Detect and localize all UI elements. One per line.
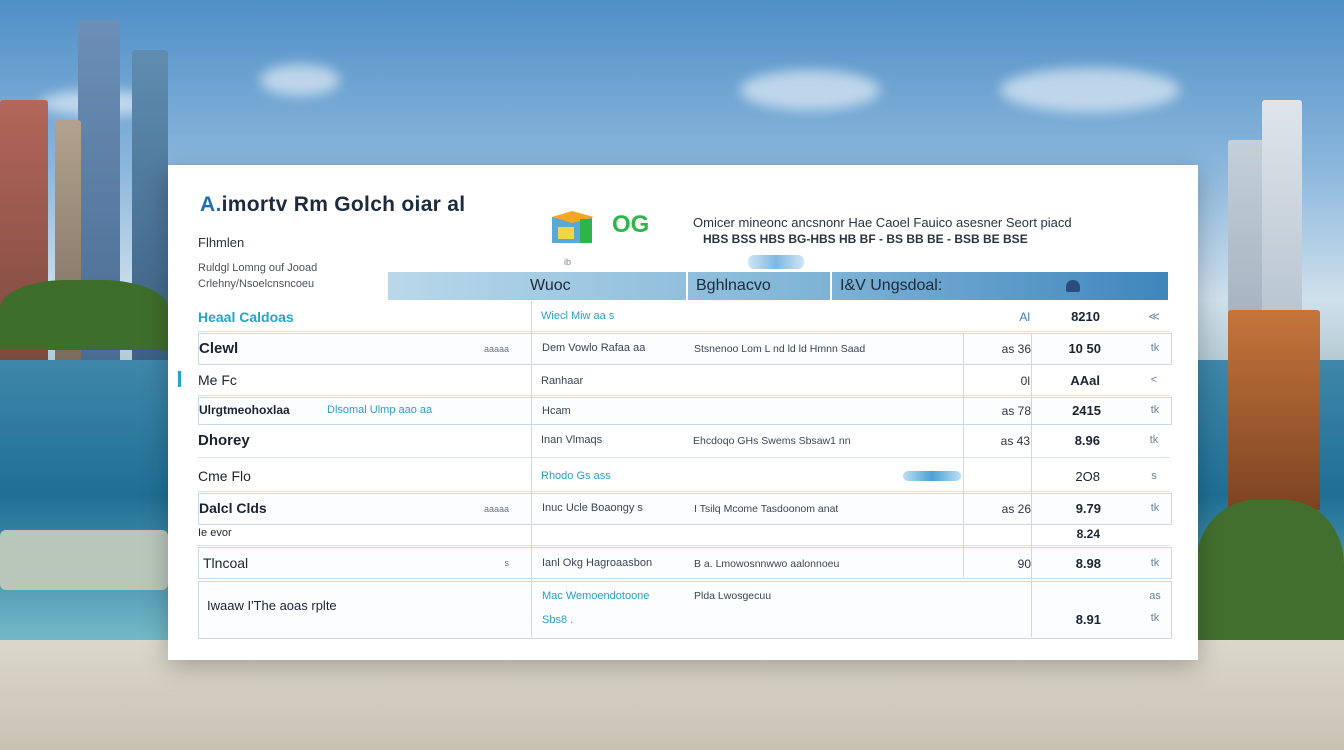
table-row[interactable]: Heaal Caldoas Wiecl Miw aa s Al 8210 ≪: [198, 301, 1170, 332]
row-type: Rhodo Gs ass: [541, 470, 611, 482]
info-note: Crlehny/Nsoelcnsncoeu: [198, 278, 315, 290]
header-info-line: Omicer mineonc ancsnonr Hae Caoel Fauico…: [693, 215, 1072, 230]
header-info-line: HBS BSS HBS BG-HBS HB BF - BS BB BE - BS…: [703, 232, 1028, 246]
row-score: 9.79: [1075, 501, 1101, 516]
row-type: Inan Vlmaqs: [541, 434, 603, 446]
row-description: Plda Lwosgecuu: [694, 590, 772, 602]
page-title: A.imortv Rm Golch oiar al: [200, 193, 466, 216]
column-header[interactable]: Bghlnacvo: [696, 272, 771, 300]
row-score: 8.91: [1075, 612, 1101, 627]
table-row[interactable]: Tlncoal s Ianl Okg Hagroaasbon B a. Lmow…: [198, 547, 1172, 579]
row-value: Al: [1019, 310, 1030, 324]
row-action-icon[interactable]: s: [1141, 470, 1167, 482]
column-divider: [963, 333, 964, 577]
row-value: as 36: [1001, 342, 1031, 356]
row-score: 10 50: [1068, 341, 1101, 356]
row-label: Tlncoal: [203, 555, 249, 571]
row-score: 2415: [1072, 403, 1101, 418]
page-subtitle: Flhmlen: [198, 235, 245, 250]
row-type: Ranhaar: [541, 375, 584, 387]
row-value: as 26: [1001, 502, 1031, 516]
row-action-icon[interactable]: tk: [1142, 557, 1168, 569]
row-action-icon[interactable]: tk: [1142, 612, 1168, 624]
row-label: Dalcl Clds: [199, 500, 267, 516]
row-score: 8210: [1071, 309, 1100, 324]
row-type: Mac Wemoendotoone: [542, 590, 650, 602]
table-row[interactable]: Ulrgtmeohoxlaa Dlsomal Ulmp aao aa Hcam …: [198, 397, 1172, 425]
row-value: 0l: [1020, 374, 1030, 388]
info-note: Ruldgl Lomng ouf Jooad: [198, 262, 318, 274]
row-value: as 78: [1001, 404, 1031, 418]
column-header-bar: Wuoc Bghlnacvo I&V Ungsdoal:: [388, 272, 1168, 300]
main-panel: A.imortv Rm Golch oiar al Flhmlen Ruldgl…: [168, 165, 1198, 660]
row-score: 2O8: [1075, 469, 1100, 484]
cloud-icon: [1066, 280, 1080, 292]
row-code: s: [504, 558, 510, 568]
row-label: Cme Flo: [198, 468, 251, 484]
brand-mark: OG: [612, 211, 650, 238]
row-score: AAal: [1070, 373, 1100, 388]
row-score: 8.98: [1075, 556, 1101, 571]
column-header[interactable]: Wuoc: [530, 272, 571, 300]
row-label: Iwaaw I'The aoas rplte: [207, 598, 337, 613]
row-type: Hcam: [542, 405, 571, 417]
column-header[interactable]: I&V Ungsdoal:: [840, 272, 942, 300]
row-type: Dem Vowlo Rafaa aa: [542, 342, 646, 354]
column-divider: [1031, 333, 1032, 637]
table-row[interactable]: Dhorey Inan Vlmaqs Ehcdoqo GHs Swems Sbs…: [198, 425, 1170, 458]
brand-logo-icon: [552, 211, 594, 243]
row-description: B a. Lmowosnnwwo aalonnoeu: [694, 558, 840, 570]
row-label: Ie evor: [198, 527, 232, 539]
row-value: as 43: [1000, 434, 1030, 448]
column-divider: [531, 301, 532, 637]
row-action-icon[interactable]: tk: [1142, 502, 1168, 514]
row-extra: Dlsomal Ulmp aao aa: [327, 404, 433, 416]
row-action-icon[interactable]: tk: [1142, 342, 1168, 354]
row-code: aaaaa: [483, 504, 509, 514]
row-value: 90: [1017, 557, 1031, 571]
table-row[interactable]: Iwaaw I'The aoas rplte Mac Wemoendotoone…: [198, 581, 1172, 639]
row-score: 8.96: [1074, 433, 1100, 448]
row-subtype: Sbs8 .: [542, 614, 574, 626]
row-description: I Tsilq Mcome Tasdoonom anat: [694, 503, 839, 515]
row-score: 8.24: [1076, 527, 1100, 541]
table-row[interactable]: Clewl aaaaa Dem Vowlo Rafaa aa Stsnenoo …: [198, 333, 1172, 365]
row-label: Clewl: [199, 340, 239, 357]
table-row[interactable]: Cme Flo Rhodo Gs ass 2O8 s: [198, 461, 1170, 492]
header-mark: ib: [564, 257, 572, 267]
row-code: aaaaa: [483, 344, 509, 354]
row-description: Stsnenoo Lom L nd ld ld Hmnn Saad: [694, 343, 866, 355]
row-label: Me Fc: [198, 372, 237, 388]
row-action-icon[interactable]: ≪: [1141, 310, 1167, 323]
table-row[interactable]: Ie evor 8.24: [198, 525, 1170, 546]
row-label: Dhorey: [198, 432, 250, 449]
row-action-icon[interactable]: as: [1142, 590, 1168, 602]
row-description: Ehcdoqo GHs Swems Sbsaw1 nn: [693, 435, 851, 447]
table-row[interactable]: Me Fc Ranhaar 0l AAal <: [178, 365, 1170, 396]
row-action-icon[interactable]: <: [1141, 374, 1167, 386]
row-action-icon[interactable]: tk: [1141, 434, 1167, 446]
row-action-icon[interactable]: tk: [1142, 404, 1168, 416]
row-type: Ianl Okg Hagroaasbon: [542, 557, 653, 569]
row-selected-marker: [178, 371, 181, 387]
row-type: Inuc Ucle Boaongy s: [542, 502, 643, 514]
table-row[interactable]: Dalcl Clds aaaaa Inuc Ucle Boaongy s I T…: [198, 493, 1172, 525]
row-label: Heaal Caldoas: [198, 309, 294, 325]
status-chip: [903, 471, 961, 481]
row-type: Wiecl Miw aa s: [541, 310, 615, 322]
wave-decoration: [748, 255, 804, 269]
row-label: Ulrgtmeohoxlaa: [199, 403, 290, 417]
